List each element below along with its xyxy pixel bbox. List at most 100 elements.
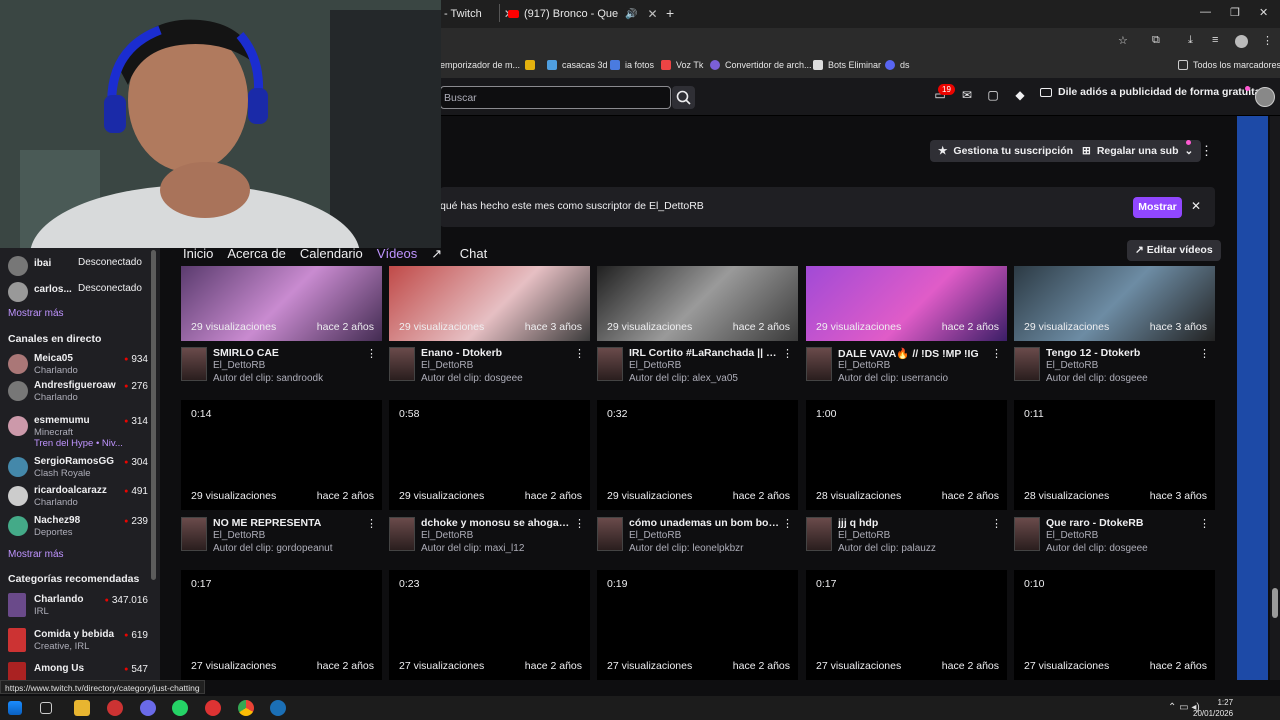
- close-banner-icon[interactable]: ✕: [1191, 199, 1201, 213]
- clip-title[interactable]: dchoke y monosu se ahogan y s...: [421, 517, 571, 529]
- sidebar-item-live-channel[interactable]: Meica05Charlando 934: [8, 352, 148, 378]
- show-more-link[interactable]: Mostrar más: [8, 549, 64, 560]
- clip-thumbnail[interactable]: 29 visualizaciones hace 2 años: [806, 266, 1007, 341]
- search-button[interactable]: [672, 86, 695, 109]
- clip-thumbnail[interactable]: 1:00 28 visualizaciones hace 2 años: [806, 400, 1007, 510]
- profile-avatar[interactable]: [1235, 35, 1248, 48]
- chrome-icon[interactable]: [238, 700, 254, 716]
- tab-videos[interactable]: Vídeos: [377, 246, 417, 262]
- more-options-icon[interactable]: ⋮: [991, 347, 1002, 360]
- app-icon[interactable]: [107, 700, 123, 716]
- clip-thumbnail[interactable]: 0:11 28 visualizaciones hace 3 años: [1014, 400, 1215, 510]
- more-options-icon[interactable]: ⋮: [366, 347, 377, 360]
- user-avatar[interactable]: [1255, 87, 1275, 107]
- clip-channel[interactable]: El_DettoRB: [838, 530, 890, 541]
- bookmark-item[interactable]: [525, 60, 540, 70]
- channel-avatar[interactable]: [597, 517, 623, 551]
- bookmark-item[interactable]: Convertidor de arch...: [710, 60, 812, 70]
- clip-channel[interactable]: El_DettoRB: [838, 360, 890, 371]
- bookmark-item[interactable]: casacas 3d: [547, 60, 608, 70]
- windows-start-icon[interactable]: [8, 701, 22, 715]
- channel-avatar[interactable]: [181, 347, 207, 381]
- tab-twitch[interactable]: - Twitch ✕: [444, 2, 514, 26]
- clip-thumbnail[interactable]: 29 visualizaciones hace 3 años: [1014, 266, 1215, 341]
- clip-thumbnail[interactable]: 0:17 27 visualizaciones hace 2 años: [181, 570, 382, 680]
- clip-thumbnail[interactable]: 0:19 27 visualizaciones hace 2 años: [597, 570, 798, 680]
- channel-avatar[interactable]: [181, 517, 207, 551]
- prime-crown-icon[interactable]: ◆: [1013, 88, 1027, 102]
- tab-chat[interactable]: ↗ Chat: [431, 246, 501, 262]
- clip-thumbnail[interactable]: 29 visualizaciones hace 2 años: [181, 266, 382, 341]
- bookmark-item[interactable]: Bots Eliminar: [813, 60, 881, 70]
- discord-icon[interactable]: [140, 700, 156, 716]
- speaker-icon[interactable]: 🔊: [625, 9, 637, 20]
- close-window-icon[interactable]: ✕: [1259, 6, 1268, 19]
- clip-title[interactable]: IRL Cortito #LaRanchada || !ig !...: [629, 347, 779, 359]
- media-icon[interactable]: ≡: [1212, 34, 1218, 46]
- tab-inicio[interactable]: Inicio: [183, 246, 213, 262]
- clip-channel[interactable]: El_DettoRB: [629, 360, 681, 371]
- sidebar-item-live-channel[interactable]: Nachez98Deportes 239: [8, 514, 148, 540]
- chat-icon[interactable]: ▢: [986, 88, 1000, 102]
- clip-title[interactable]: Tengo 12 - Dtokerb: [1046, 347, 1196, 359]
- clip-channel[interactable]: El_DettoRB: [213, 360, 265, 371]
- edit-videos-button[interactable]: ↗ Editar vídeos: [1127, 240, 1221, 261]
- bookmark-star-icon[interactable]: ☆: [1118, 34, 1128, 47]
- more-options-icon[interactable]: ⋮: [1199, 347, 1210, 360]
- channel-avatar[interactable]: [389, 347, 415, 381]
- steam-icon[interactable]: [270, 700, 286, 716]
- close-tab-icon[interactable]: ✕: [647, 7, 657, 21]
- clock[interactable]: 1:27 20/01/2026: [1193, 697, 1233, 719]
- extensions-icon[interactable]: ⧉: [1152, 34, 1160, 47]
- more-options-icon[interactable]: ⋮: [1199, 517, 1210, 530]
- clip-thumbnail[interactable]: 29 visualizaciones hace 2 años: [597, 266, 798, 341]
- clip-thumbnail[interactable]: 0:32 29 visualizaciones hace 2 años: [597, 400, 798, 510]
- clip-title[interactable]: DALE VAVA🔥 // !DS !MP !IG: [838, 347, 988, 360]
- channel-avatar[interactable]: [1014, 347, 1040, 381]
- clip-title[interactable]: Enano - Dtokerb: [421, 347, 571, 359]
- all-bookmarks[interactable]: Todos los marcadores: [1178, 60, 1280, 70]
- clip-channel[interactable]: El_DettoRB: [1046, 360, 1098, 371]
- page-scrollbar-thumb[interactable]: [1272, 588, 1278, 618]
- bookmark-item[interactable]: ds: [885, 60, 910, 70]
- channel-avatar[interactable]: [806, 347, 832, 381]
- bookmark-item[interactable]: Voz Tk: [661, 60, 703, 70]
- clip-title[interactable]: SMIRLO CAE: [213, 347, 363, 359]
- sidebar-item-carlos[interactable]: carlos... Desconectado: [8, 280, 148, 306]
- sidebar-item-category[interactable]: Comida y bebidaCreative, IRL 619: [8, 628, 148, 654]
- clip-title[interactable]: Que raro - DtokeRB: [1046, 517, 1196, 529]
- more-options-icon[interactable]: ⋮: [574, 347, 585, 360]
- ad-free-button[interactable]: Dile adiós a publicidad de forma gratuit…: [1040, 86, 1260, 98]
- clip-channel[interactable]: El_DettoRB: [1046, 530, 1098, 541]
- sidebar-item-live-channel[interactable]: esmemumuMinecraftTren del Hype • Niv...3…: [8, 414, 148, 449]
- search-input[interactable]: Buscar: [440, 86, 671, 109]
- sidebar-item-live-channel[interactable]: AndresfigueroawCharlando 276: [8, 379, 148, 405]
- clip-thumbnail[interactable]: 0:10 27 visualizaciones hace 2 años: [1014, 570, 1215, 680]
- clip-thumbnail[interactable]: 29 visualizaciones hace 3 años: [389, 266, 590, 341]
- sidebar-item-category[interactable]: CharlandoIRL 347.016: [8, 593, 148, 619]
- menu-dots-icon[interactable]: ⋮: [1262, 34, 1273, 47]
- tab-calendario[interactable]: Calendario: [300, 246, 363, 262]
- more-options-icon[interactable]: ⋮: [991, 517, 1002, 530]
- more-options-icon[interactable]: ⋮: [366, 517, 377, 530]
- clip-thumbnail[interactable]: 0:17 27 visualizaciones hace 2 años: [806, 570, 1007, 680]
- manage-subscription-button[interactable]: ★ Gestiona tu suscripción: [930, 140, 1082, 162]
- bookmark-item[interactable]: emporizador de m...: [440, 60, 520, 70]
- channel-avatar[interactable]: [597, 347, 623, 381]
- app-icon[interactable]: [205, 700, 221, 716]
- new-tab-icon[interactable]: +: [666, 5, 674, 21]
- clip-channel[interactable]: El_DettoRB: [421, 530, 473, 541]
- sidebar-scrollbar[interactable]: [151, 250, 156, 580]
- tab-youtube[interactable]: (917) Bronco - Que No Que 🔊 ✕: [508, 2, 658, 26]
- clip-channel[interactable]: El_DettoRB: [629, 530, 681, 541]
- show-recap-button[interactable]: Mostrar: [1133, 197, 1182, 218]
- clip-title[interactable]: cómo unademas un bom bom p...: [629, 517, 779, 529]
- task-view-icon[interactable]: [40, 702, 52, 714]
- channel-avatar[interactable]: [1014, 517, 1040, 551]
- clip-channel[interactable]: El_DettoRB: [213, 530, 265, 541]
- sidebar-item-ibai[interactable]: ibai Desconectado: [8, 254, 148, 280]
- more-options-icon[interactable]: ⋮: [1200, 143, 1213, 159]
- minimize-icon[interactable]: —: [1200, 6, 1211, 18]
- clip-channel[interactable]: El_DettoRB: [421, 360, 473, 371]
- clip-title[interactable]: jjj q hdp: [838, 517, 988, 529]
